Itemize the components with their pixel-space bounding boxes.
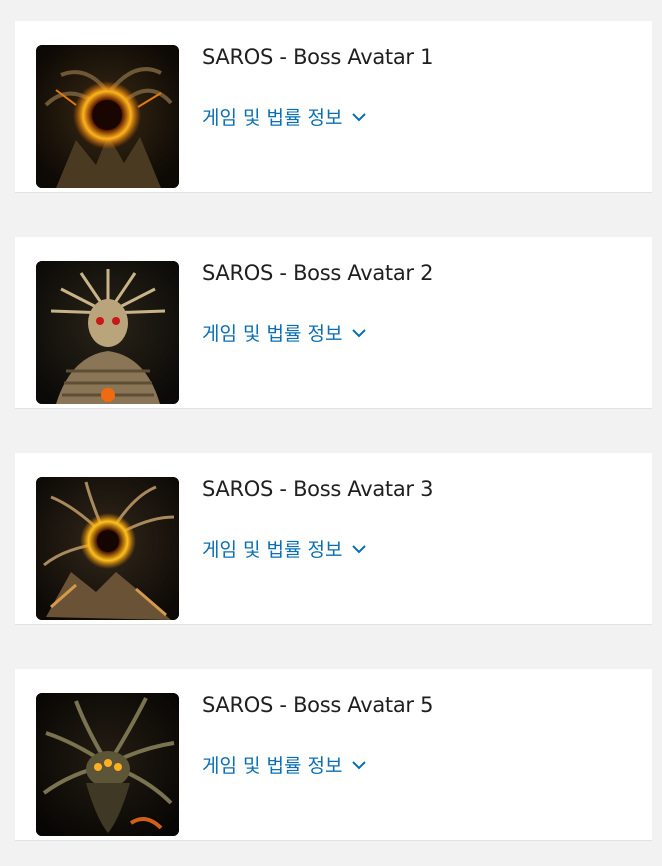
boss-avatar-5-image	[36, 693, 179, 836]
chevron-down-icon	[351, 541, 367, 557]
chevron-down-icon	[351, 109, 367, 125]
avatar-card-2: SAROS - Boss Avatar 2 게임 및 법률 정보	[15, 237, 652, 408]
avatar-title: SAROS - Boss Avatar 5	[202, 693, 434, 717]
avatar-card-1: SAROS - Boss Avatar 1 게임 및 법률 정보	[15, 21, 652, 192]
game-legal-info-label: 게임 및 법률 정보	[202, 323, 343, 345]
game-legal-info-toggle[interactable]: 게임 및 법률 정보	[202, 751, 367, 778]
avatar-title: SAROS - Boss Avatar 2	[202, 261, 434, 285]
game-legal-info-toggle[interactable]: 게임 및 법률 정보	[202, 103, 367, 130]
boss-avatar-3-image	[36, 477, 179, 620]
avatar-title: SAROS - Boss Avatar 1	[202, 45, 434, 69]
chevron-down-icon	[351, 325, 367, 341]
boss-avatar-2-image	[36, 261, 179, 404]
avatar-title: SAROS - Boss Avatar 3	[202, 477, 434, 501]
game-legal-info-label: 게임 및 법률 정보	[202, 107, 343, 129]
game-legal-info-label: 게임 및 법률 정보	[202, 539, 343, 561]
avatar-list: SAROS - Boss Avatar 1 게임 및 법률 정보 SAROS -…	[0, 0, 662, 866]
avatar-card-5: SAROS - Boss Avatar 5 게임 및 법률 정보	[15, 669, 652, 840]
game-legal-info-toggle[interactable]: 게임 및 법률 정보	[202, 535, 367, 562]
game-legal-info-toggle[interactable]: 게임 및 법률 정보	[202, 319, 367, 346]
game-legal-info-label: 게임 및 법률 정보	[202, 755, 343, 777]
avatar-card-3: SAROS - Boss Avatar 3 게임 및 법률 정보	[15, 453, 652, 624]
chevron-down-icon	[351, 757, 367, 773]
boss-avatar-1-image	[36, 45, 179, 188]
